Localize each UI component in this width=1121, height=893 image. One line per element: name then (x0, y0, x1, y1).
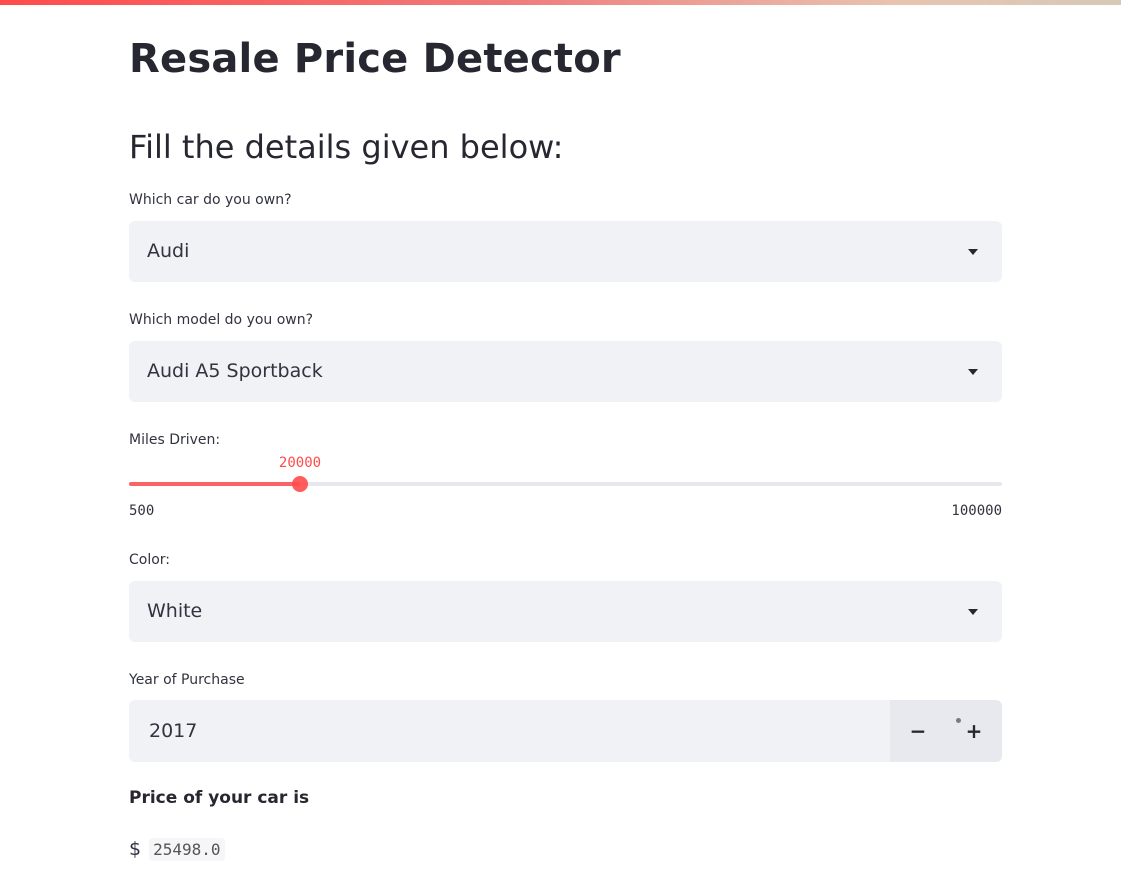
car-select-label: Which car do you own? (129, 192, 292, 208)
form-subheader: Fill the details given below: (129, 128, 564, 166)
slider-track[interactable] (129, 482, 1002, 486)
chevron-down-icon[interactable] (968, 249, 978, 255)
year-stepper: − + (890, 700, 1002, 762)
slider-current-value: 20000 (278, 455, 322, 471)
model-select-value: Audi A5 Sportback (147, 360, 323, 382)
increment-button[interactable]: + (946, 700, 1002, 762)
header-decoration-bar (0, 0, 1121, 5)
slider-min-label: 500 (129, 503, 155, 519)
decrement-button[interactable]: − (890, 700, 946, 762)
result-value-row: $25498.0 (129, 838, 225, 861)
miles-slider-label: Miles Driven: (129, 432, 221, 448)
page-title: Resale Price Detector (129, 36, 621, 82)
slider-fill (129, 482, 300, 486)
model-select[interactable]: Audi A5 Sportback (129, 341, 1002, 402)
year-number-input[interactable]: 2017 − + (129, 700, 1002, 762)
miles-slider[interactable]: 20000 500 100000 (129, 455, 1002, 525)
color-select[interactable]: White (129, 581, 1002, 642)
mouse-cursor-icon (956, 718, 961, 723)
result-label: Price of your car is (129, 788, 310, 808)
price-value: 25498.0 (149, 838, 225, 861)
car-select[interactable]: Audi (129, 221, 1002, 282)
chevron-down-icon[interactable] (968, 609, 978, 615)
year-input-value[interactable]: 2017 (149, 720, 197, 742)
model-select-label: Which model do you own? (129, 312, 314, 328)
car-select-value: Audi (147, 240, 190, 262)
color-select-label: Color: (129, 552, 171, 568)
slider-max-label: 100000 (951, 503, 1002, 519)
currency-symbol: $ (129, 838, 142, 860)
chevron-down-icon[interactable] (968, 369, 978, 375)
color-select-value: White (147, 600, 203, 622)
slider-thumb[interactable] (292, 476, 308, 492)
year-input-label: Year of Purchase (129, 672, 245, 688)
